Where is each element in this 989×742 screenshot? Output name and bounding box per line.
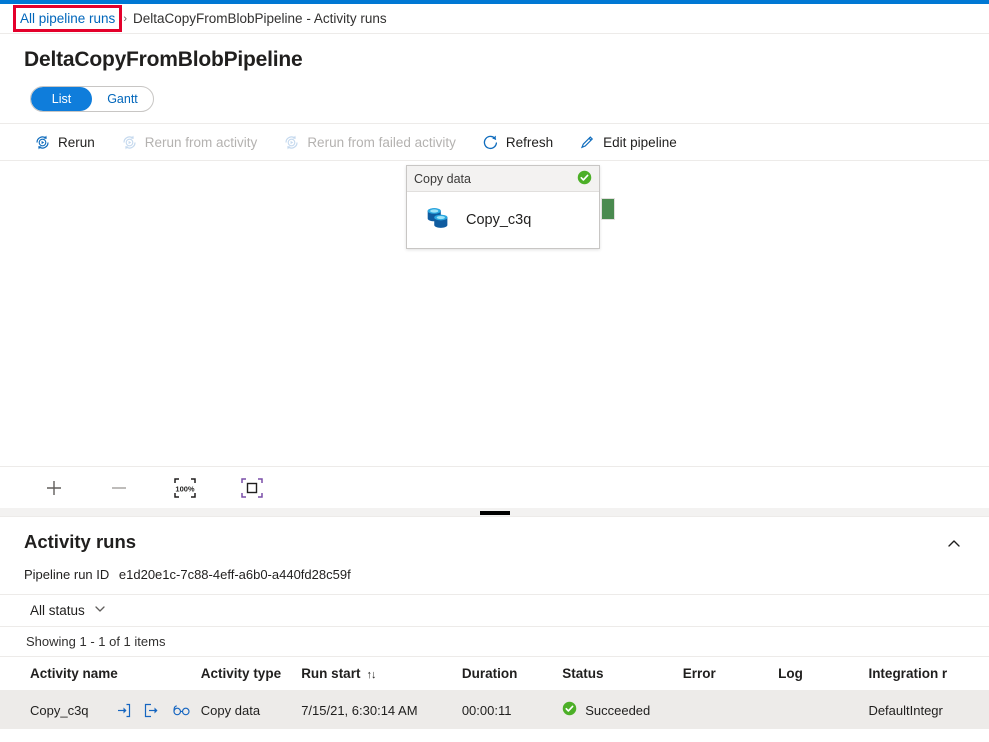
- cell-activity-name: Copy_c3q: [0, 690, 201, 729]
- cell-status: Succeeded: [562, 690, 683, 729]
- cell-activity-type: Copy data: [200, 690, 302, 729]
- refresh-button[interactable]: Refresh: [482, 134, 553, 151]
- cell-duration: 00:00:11: [461, 690, 563, 729]
- column-header-duration[interactable]: Duration: [461, 656, 563, 691]
- column-header-activity-type[interactable]: Activity type: [200, 656, 302, 691]
- edit-pipeline-label: Edit pipeline: [603, 134, 677, 150]
- status-filter-dropdown[interactable]: All status: [30, 602, 107, 619]
- table-header-row: Activity name Activity type Run start ↑↓ …: [0, 656, 989, 691]
- svg-text:100%: 100%: [175, 484, 195, 493]
- table-row[interactable]: Copy_c3q Copy data 7/15/21, 6:30:14 AM 0…: [0, 690, 989, 729]
- page-title: DeltaCopyFromBlobPipeline: [24, 48, 303, 71]
- cell-run-start: 7/15/21, 6:30:14 AM: [301, 690, 462, 729]
- rerun-button[interactable]: Rerun: [34, 134, 95, 151]
- pipeline-run-id-row: Pipeline run ID e1d20e1c-7c88-4eff-a6b0-…: [0, 561, 989, 582]
- column-header-activity-name[interactable]: Activity name: [0, 656, 201, 691]
- activity-runs-panel: Activity runs Pipeline run ID e1d20e1c-7…: [0, 517, 989, 729]
- column-header-status[interactable]: Status: [562, 656, 683, 691]
- status-badge: Succeeded: [585, 702, 651, 718]
- collapse-panel-button[interactable]: [939, 531, 969, 561]
- rerun-from-activity-button: Rerun from activity: [121, 134, 258, 151]
- breadcrumb: All pipeline runs › DeltaCopyFromBlobPip…: [0, 4, 989, 34]
- pipeline-canvas[interactable]: Copy data Copy_c3q: [0, 161, 989, 466]
- rerun-from-activity-label: Rerun from activity: [144, 134, 258, 150]
- refresh-icon: [482, 134, 499, 151]
- splitter-grip[interactable]: [479, 511, 510, 515]
- rerun-icon: [34, 134, 51, 151]
- cell-integration-runtime: DefaultIntegr: [868, 690, 989, 729]
- activity-card-type-label: Copy data: [414, 171, 471, 186]
- status-filter-row: All status: [0, 594, 989, 626]
- view-toggle: List Gantt: [30, 86, 154, 112]
- activity-runs-title: Activity runs: [24, 531, 137, 552]
- copy-data-icon: [423, 203, 453, 238]
- zoom-in-icon[interactable]: [44, 478, 64, 498]
- activity-card-copy-data[interactable]: Copy data Copy_c3q: [406, 165, 600, 249]
- tab-gantt[interactable]: Gantt: [92, 87, 153, 111]
- zoom-to-fit-icon[interactable]: [241, 477, 263, 498]
- pipeline-run-id-value: e1d20e1c-7c88-4eff-a6b0-a440fd28c59f: [118, 567, 351, 582]
- rerun-from-failed-activity-label: Rerun from failed activity: [307, 134, 456, 150]
- chevron-up-icon: [946, 536, 962, 557]
- activity-card-header: Copy data: [407, 166, 599, 192]
- rerun-label: Rerun: [58, 134, 95, 150]
- cell-error: [682, 690, 779, 729]
- chevron-down-icon: [93, 602, 107, 619]
- zoom-out-icon[interactable]: [109, 478, 129, 498]
- status-filter-label: All status: [30, 603, 85, 618]
- column-header-run-start-label: Run start: [301, 666, 361, 681]
- command-bar: Rerun Rerun from activity Rerun from fai…: [0, 123, 989, 161]
- cell-log: [778, 690, 869, 729]
- rerun-from-failed-activity-button: Rerun from failed activity: [283, 134, 456, 151]
- activity-card-name: Copy_c3q: [466, 212, 532, 228]
- rerun-from-failed-activity-icon: [283, 134, 300, 151]
- canvas-zoom-toolbar: 100%: [0, 466, 989, 508]
- activity-runs-header: Activity runs: [0, 517, 989, 561]
- breadcrumb-current-page: DeltaCopyFromBlobPipeline - Activity run…: [132, 11, 387, 26]
- rerun-from-activity-icon: [121, 134, 138, 151]
- output-icon[interactable]: [143, 702, 172, 719]
- pencil-icon: [579, 134, 596, 151]
- panel-splitter[interactable]: [0, 508, 989, 517]
- success-check-icon: [577, 170, 592, 188]
- pipeline-run-id-label: Pipeline run ID: [24, 567, 110, 582]
- activity-name-text: Copy_c3q: [30, 702, 89, 718]
- input-icon[interactable]: [115, 702, 144, 719]
- column-header-run-start[interactable]: Run start ↑↓: [301, 656, 462, 691]
- showing-count-text: Showing 1 - 1 of 1 items: [0, 626, 989, 656]
- details-glasses-icon[interactable]: [172, 702, 201, 719]
- sort-arrows-icon: ↑↓: [366, 669, 376, 681]
- zoom-to-100-percent-icon[interactable]: 100%: [174, 477, 196, 498]
- status-success-icon: [562, 701, 577, 719]
- tab-list[interactable]: List: [31, 87, 92, 111]
- column-header-integration-runtime[interactable]: Integration r: [868, 656, 989, 691]
- activity-card-body: Copy_c3q: [407, 192, 599, 248]
- pipeline-run-page: All pipeline runs › DeltaCopyFromBlobPip…: [0, 0, 989, 742]
- breadcrumb-all-pipeline-runs-link[interactable]: All pipeline runs: [12, 5, 123, 32]
- activity-runs-table: Activity name Activity type Run start ↑↓ …: [0, 656, 989, 729]
- activity-output-handle[interactable]: [601, 198, 615, 220]
- column-header-error[interactable]: Error: [682, 656, 779, 691]
- breadcrumb-separator-icon: ›: [123, 12, 127, 25]
- refresh-label: Refresh: [505, 134, 554, 150]
- column-header-log[interactable]: Log: [778, 656, 869, 691]
- edit-pipeline-button[interactable]: Edit pipeline: [579, 134, 677, 151]
